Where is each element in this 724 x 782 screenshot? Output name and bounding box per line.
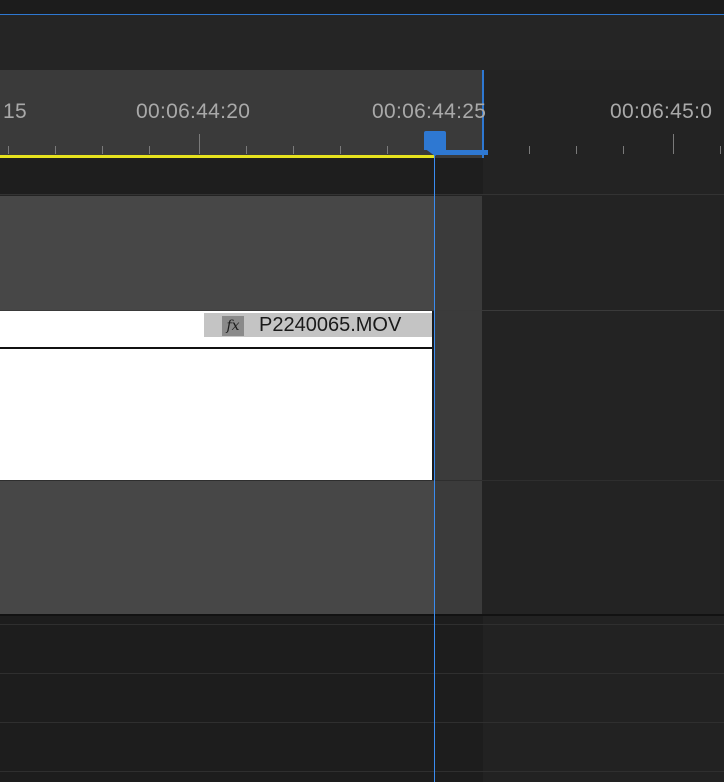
timeline-header [0, 15, 724, 70]
track-out-region [434, 311, 482, 481]
track-separator [0, 624, 724, 625]
fx-badge-icon[interactable]: fx [222, 316, 244, 336]
track-group-divider [0, 614, 724, 616]
ruler-tick-major [199, 134, 200, 154]
clip-name: P2240065.MOV [259, 314, 402, 336]
ruler-tick [246, 146, 247, 154]
playhead-tip[interactable] [424, 148, 446, 156]
audio-empty-area [483, 615, 724, 782]
ruler-tick [623, 146, 624, 154]
video-track-2[interactable] [0, 196, 482, 310]
ruler-tick [387, 146, 388, 154]
ruler-timecode: 00:06:44:25 [372, 100, 487, 123]
ruler-tick [55, 146, 56, 154]
track-out-region [434, 481, 482, 614]
ruler-tick [576, 146, 577, 154]
ruler-tick [340, 146, 341, 154]
track-out-region [434, 196, 482, 310]
track-separator [0, 673, 724, 674]
track-empty-area [483, 481, 724, 614]
ruler-tick [293, 146, 294, 154]
ruler-timecode: 15 [3, 100, 27, 123]
ruler-tick [529, 146, 530, 154]
track-empty-area [483, 196, 724, 310]
top-bar [0, 0, 724, 14]
ruler-tick [102, 146, 103, 154]
track-empty-area [483, 311, 724, 481]
track-separator [0, 194, 724, 195]
track-separator [0, 722, 724, 723]
ruler-tick [8, 146, 9, 154]
ruler-tick [149, 146, 150, 154]
clip-body[interactable] [0, 349, 432, 480]
track-row-empty-right [483, 158, 724, 195]
ruler-timecode: 00:06:45:0 [610, 100, 713, 123]
ruler-tick-major [673, 134, 674, 154]
video-track-3[interactable] [0, 481, 482, 614]
playhead-line[interactable] [434, 150, 435, 782]
track-separator [0, 771, 724, 772]
ruler-timecode: 00:06:44:20 [136, 100, 251, 123]
ruler-tick [720, 146, 721, 154]
